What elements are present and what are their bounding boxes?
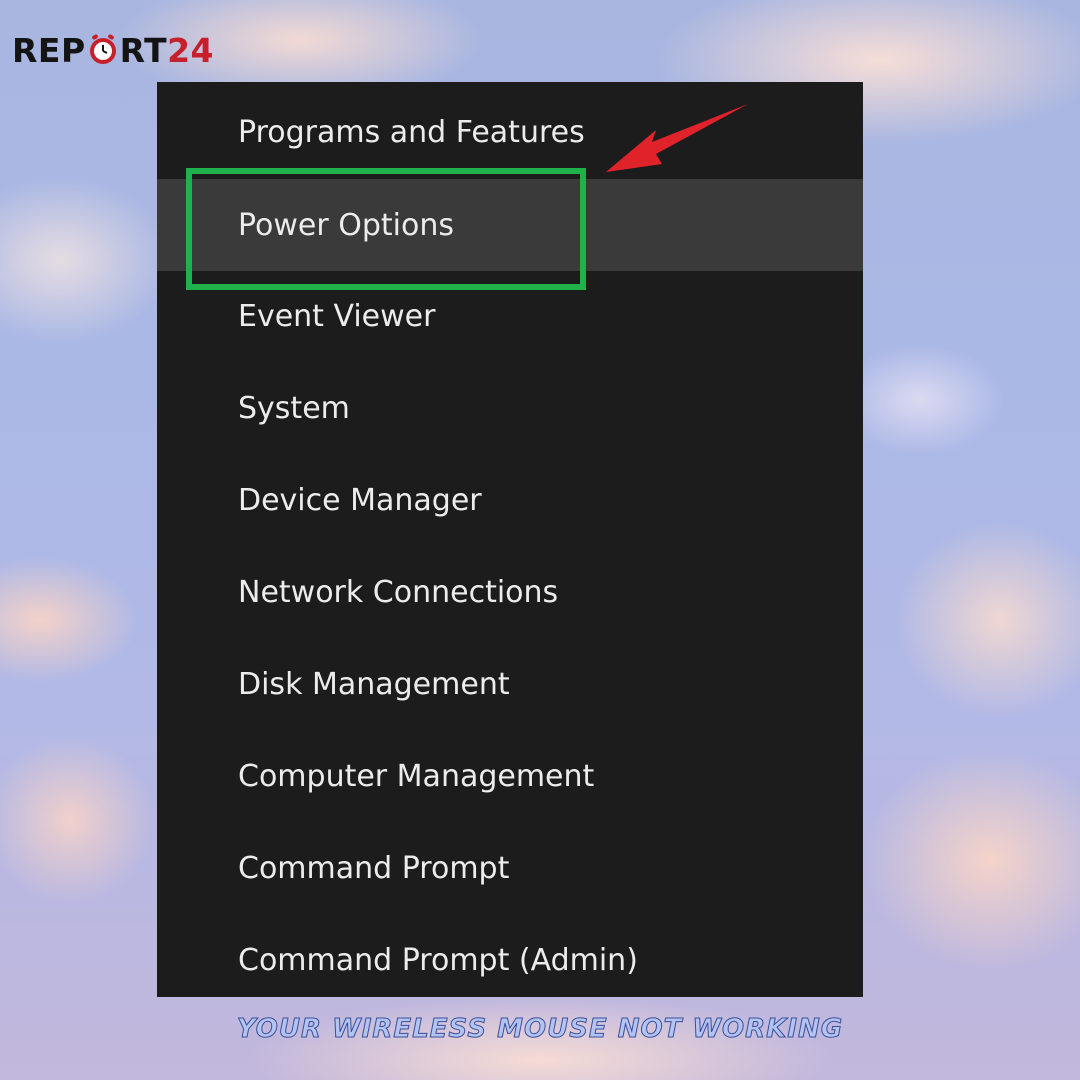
menu-item-label: System [238,390,350,426]
menu-item-label: Command Prompt (Admin) [238,942,638,978]
winx-context-menu: Programs and Features Power Options Even… [157,82,863,997]
menu-item-label: Power Options [238,207,454,243]
alarm-clock-icon [89,34,116,64]
caption-title: YOUR WIRELESS MOUSE NOT WORKING [236,1014,844,1045]
menu-item-disk-management[interactable]: Disk Management [157,638,863,730]
menu-item-label: Device Manager [238,482,482,518]
menu-item-device-manager[interactable]: Device Manager [157,454,863,546]
menu-item-command-prompt-admin[interactable]: Command Prompt (Admin) [157,914,863,1006]
menu-item-system[interactable]: System [157,362,863,454]
menu-item-label: Event Viewer [238,298,436,334]
report24-logo: REP RT 24 [12,30,214,70]
menu-item-label: Programs and Features [238,114,585,150]
menu-item-computer-management[interactable]: Computer Management [157,730,863,822]
menu-item-power-options[interactable]: Power Options [157,179,863,271]
menu-item-network-connections[interactable]: Network Connections [157,546,863,638]
logo-text-rt: RT [119,30,168,70]
menu-item-label: Network Connections [238,574,559,610]
menu-item-command-prompt[interactable]: Command Prompt [157,822,863,914]
menu-item-event-viewer[interactable]: Event Viewer [157,270,863,362]
menu-item-label: Disk Management [238,666,510,702]
red-arrow-icon [606,104,748,172]
logo-text-rep: REP [12,30,86,70]
menu-item-label: Command Prompt [238,850,510,886]
menu-item-label: Computer Management [238,758,595,794]
logo-text-24: 24 [167,30,215,70]
